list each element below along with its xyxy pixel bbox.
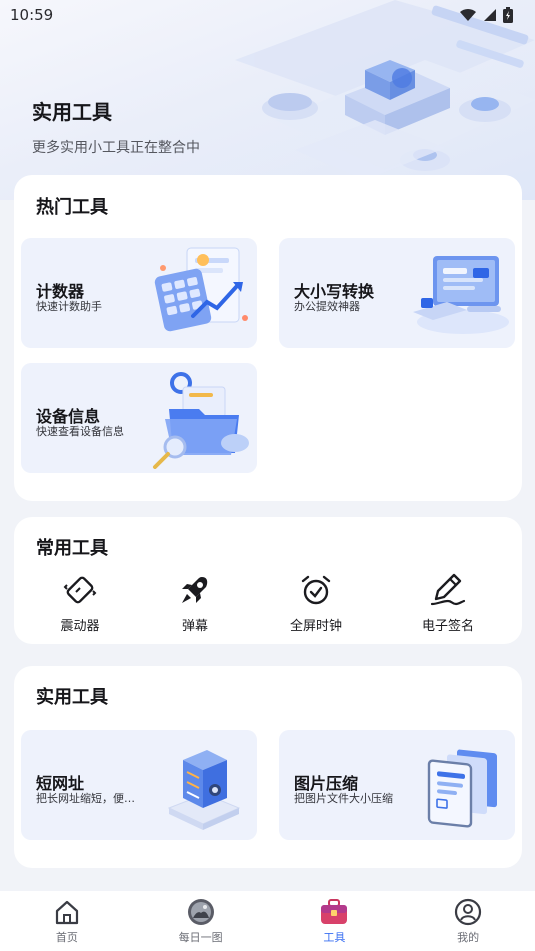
quick-tool-fullscreen-clock[interactable]: 全屏时钟 (261, 573, 371, 643)
status-bar: 10:59 (0, 0, 535, 30)
tab-profile[interactable]: 我的 (401, 891, 535, 951)
alarm-clock-icon (301, 575, 331, 605)
calculator-chart-illustration (154, 247, 248, 332)
page-title: 实用工具 (32, 100, 112, 124)
battery-icon (503, 7, 513, 23)
status-icons (459, 7, 513, 23)
quick-tool-label: 全屏时钟 (289, 619, 342, 634)
bottom-tab-bar: 首页 每日一图 工具 我的 (0, 891, 535, 951)
wifi-icon (460, 8, 476, 21)
monitor-keyboard-illustration (413, 256, 509, 334)
quick-tool-label: 电子签名 (421, 619, 474, 634)
tool-tile-image-compress[interactable]: 图片压缩 把图片文件大小压缩 (279, 730, 515, 840)
tool-tile-desc: 把长网址缩短，便… (36, 792, 135, 805)
isometric-hero-illustration (235, 0, 535, 180)
tab-home[interactable]: 首页 (0, 891, 134, 951)
tool-tile-case-converter[interactable]: 大小写转换 办公提效神器 (279, 238, 515, 348)
rocket-icon (182, 577, 208, 603)
tool-tile-desc: 快速查看设备信息 (36, 425, 124, 438)
quick-tool-label: 震动器 (60, 619, 100, 634)
profile-icon (455, 898, 482, 926)
hot-tools-section: 热门工具 计数器 快速计数助手 大小写转换 办公提效神器 设备信息 快速查看设备… (14, 175, 522, 501)
utility-tools-section: 实用工具 短网址 把长网址缩短，便… 图片压缩 把图片文件大小压缩 (14, 666, 522, 868)
quick-tool-label: 弹幕 (181, 619, 208, 634)
quick-tool-e-signature[interactable]: 电子签名 (393, 573, 503, 643)
signal-icon (484, 9, 496, 21)
tab-label: 工具 (323, 931, 346, 944)
toolbox-icon (321, 899, 348, 924)
daily-photo-icon (187, 899, 214, 925)
section-title: 常用工具 (36, 538, 108, 559)
tool-tile-desc: 办公提效神器 (294, 300, 360, 313)
tab-label: 首页 (55, 931, 78, 944)
hero-banner: 10:59 实用工具 更多实用小工具正在整合中 (0, 0, 535, 200)
quick-tool-vibrator[interactable]: 震动器 (25, 573, 135, 643)
tool-tile-desc: 把图片文件大小压缩 (294, 792, 393, 805)
tool-tile-device-info[interactable]: 设备信息 快速查看设备信息 (21, 363, 257, 473)
section-title: 实用工具 (36, 687, 108, 708)
tool-tile-desc: 快速计数助手 (36, 300, 102, 313)
vibrate-icon (63, 576, 97, 604)
tab-label: 每日一图 (178, 931, 223, 944)
tab-tools[interactable]: 工具 (268, 891, 402, 951)
common-tools-section: 常用工具 震动器 弹幕 全屏时钟 电子签名 (14, 517, 522, 644)
folder-magnifier-illustration (153, 372, 249, 469)
pen-signature-icon (430, 573, 466, 606)
image-docs-illustration (427, 749, 497, 828)
server-stack-illustration (167, 750, 241, 830)
tool-tile-short-url[interactable]: 短网址 把长网址缩短，便… (21, 730, 257, 840)
tab-label: 我的 (457, 931, 480, 944)
quick-tool-barrage[interactable]: 弹幕 (140, 573, 250, 643)
status-time: 10:59 (10, 6, 54, 24)
home-icon (55, 900, 78, 925)
tool-tile-counter[interactable]: 计数器 快速计数助手 (21, 238, 257, 348)
tab-daily-photo[interactable]: 每日一图 (134, 891, 268, 951)
section-title: 热门工具 (36, 197, 108, 218)
page-subtitle: 更多实用小工具正在整合中 (32, 140, 200, 156)
